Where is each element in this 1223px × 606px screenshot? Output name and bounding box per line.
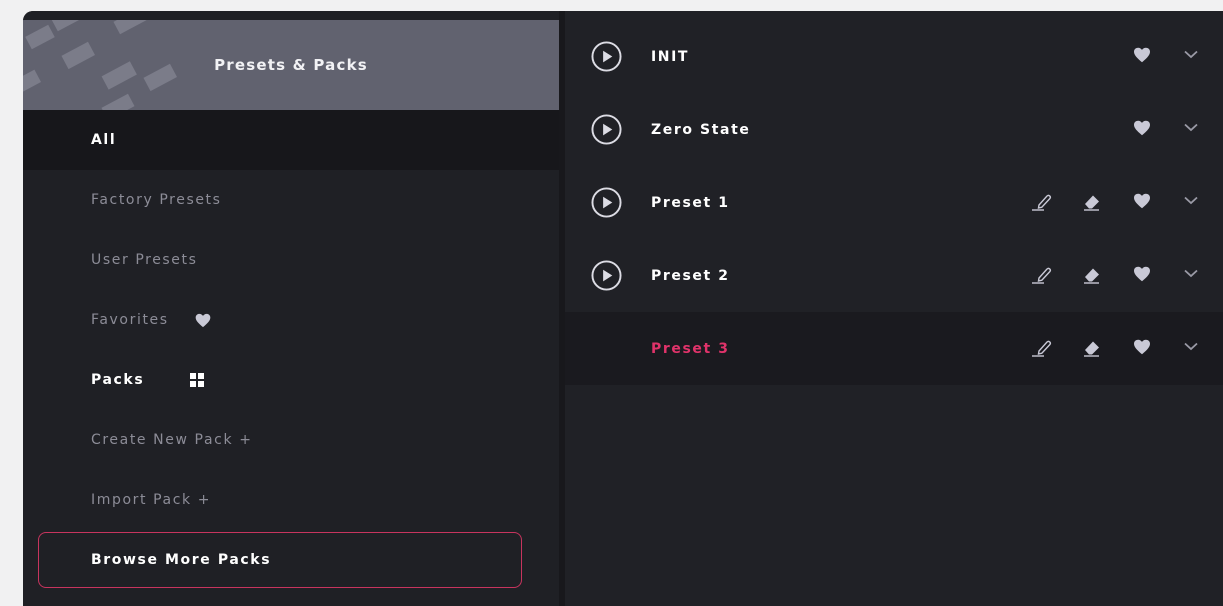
sidebar-item-user-presets[interactable]: User Presets xyxy=(23,230,559,290)
browse-button-label: Browse More Packs xyxy=(91,552,272,568)
play-icon[interactable] xyxy=(591,260,622,295)
sidebar-item-label: User Presets xyxy=(91,252,198,268)
sidebar-item-label: All xyxy=(91,132,117,148)
grid-icon xyxy=(190,373,205,387)
preset-name: Preset 2 xyxy=(651,267,730,284)
chevron-down-icon[interactable] xyxy=(1184,342,1198,351)
eraser-icon[interactable] xyxy=(1082,339,1102,357)
sidebar-item-factory-presets[interactable]: Factory Presets xyxy=(23,170,559,230)
heart-icon[interactable] xyxy=(1133,47,1151,63)
pencil-icon[interactable] xyxy=(1031,339,1053,357)
preset-row-zero-state[interactable]: Zero State xyxy=(565,93,1223,166)
heart-icon[interactable] xyxy=(1133,266,1151,282)
sidebar-item-all[interactable]: All xyxy=(23,110,559,170)
preset-row-preset-2[interactable]: Preset 2 xyxy=(565,239,1223,312)
pencil-icon[interactable] xyxy=(1031,193,1053,211)
sidebar-item-label: Factory Presets xyxy=(91,192,222,208)
sidebar-item-favorites[interactable]: Favorites xyxy=(23,290,559,350)
preset-name: Zero State xyxy=(651,121,751,138)
sidebar-item-packs[interactable]: Packs xyxy=(23,350,559,410)
preset-list: INIT Zero State Preset 1 Preset 2 Preset… xyxy=(565,11,1223,606)
heart-icon[interactable] xyxy=(1133,120,1151,136)
chevron-down-icon[interactable] xyxy=(1184,269,1198,278)
presets-window: Presets & Packs All Factory Presets User… xyxy=(23,11,1223,606)
pencil-icon[interactable] xyxy=(1031,266,1053,284)
sidebar-header: Presets & Packs xyxy=(23,20,559,110)
preset-name: Preset 3 xyxy=(651,340,730,357)
play-icon[interactable] xyxy=(591,187,622,222)
eraser-icon[interactable] xyxy=(1082,193,1102,211)
preset-row-preset-3[interactable]: Preset 3 xyxy=(565,312,1223,385)
sidebar-item-import-pack[interactable]: Import Pack + xyxy=(23,470,559,530)
sidebar-item-label: Favorites xyxy=(91,312,169,328)
preset-name: Preset 1 xyxy=(651,194,730,211)
sidebar-item-label: Import Pack + xyxy=(91,492,212,508)
eraser-icon[interactable] xyxy=(1082,266,1102,284)
chevron-down-icon[interactable] xyxy=(1184,50,1198,59)
sidebar-item-label: Packs xyxy=(91,372,145,388)
play-icon[interactable] xyxy=(591,114,622,149)
heart-icon xyxy=(195,313,211,328)
sidebar-title: Presets & Packs xyxy=(214,56,368,74)
sidebar-item-create-new-pack[interactable]: Create New Pack + xyxy=(23,410,559,470)
preset-row-preset-1[interactable]: Preset 1 xyxy=(565,166,1223,239)
sidebar: Presets & Packs All Factory Presets User… xyxy=(23,11,559,606)
browse-more-packs-button[interactable]: Browse More Packs xyxy=(38,532,522,588)
sidebar-item-label: Create New Pack + xyxy=(91,432,253,448)
play-icon[interactable] xyxy=(591,41,622,76)
preset-name: INIT xyxy=(651,48,690,65)
heart-icon[interactable] xyxy=(1133,193,1151,209)
preset-row-init[interactable]: INIT xyxy=(565,20,1223,93)
heart-icon[interactable] xyxy=(1133,339,1151,355)
chevron-down-icon[interactable] xyxy=(1184,196,1198,205)
chevron-down-icon[interactable] xyxy=(1184,123,1198,132)
